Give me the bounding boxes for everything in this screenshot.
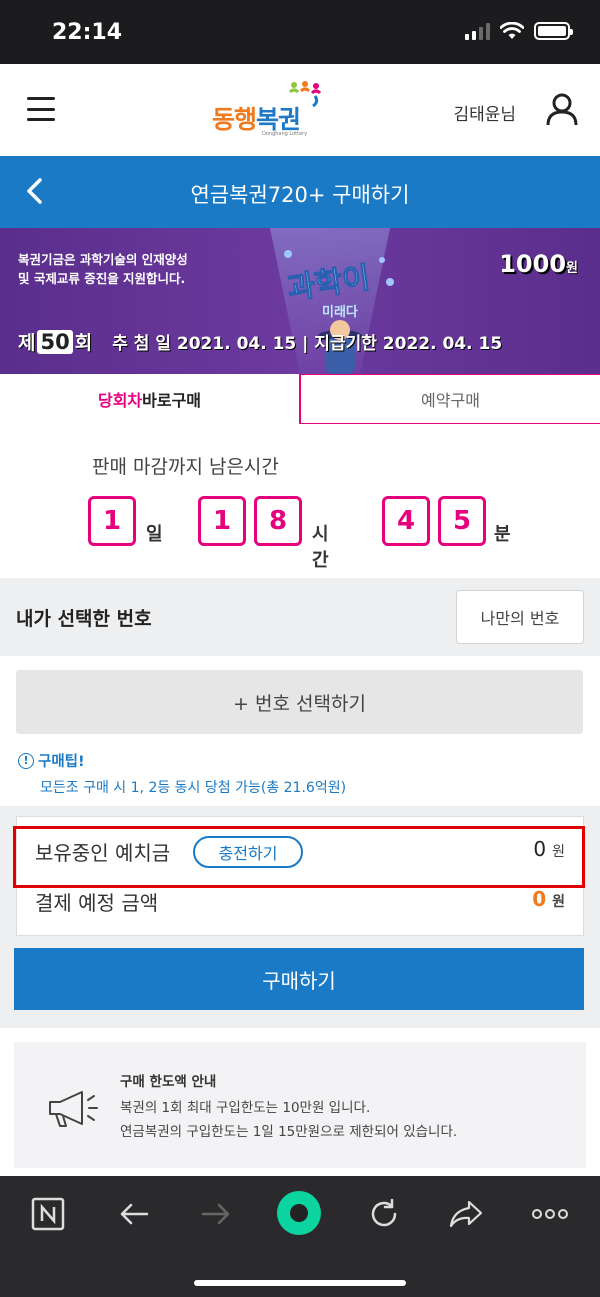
deposit-highlight-box bbox=[13, 826, 585, 888]
status-time: 22:14 bbox=[52, 20, 123, 45]
payment-due-amount: 0원 bbox=[532, 887, 565, 911]
top-navigation: 동행복권 Donghang Lottery 김태윤님 bbox=[0, 64, 600, 156]
status-bar: 22:14 bbox=[0, 0, 600, 64]
refresh-icon[interactable] bbox=[364, 1194, 404, 1234]
cellular-signal-icon bbox=[465, 22, 490, 40]
countdown-label: 판매 마감까지 남은시간 bbox=[92, 456, 279, 478]
purchase-tabs: 당회차 바로구매 예약구매 bbox=[0, 374, 600, 424]
notice-line-2: 연금복권의 구입한도는 1일 15만원으로 제한되어 있습니다. bbox=[120, 1124, 458, 1140]
svg-text:과학이: 과학이 bbox=[285, 261, 372, 307]
my-own-numbers-button[interactable]: 나만의 번호 bbox=[456, 590, 584, 644]
username-label[interactable]: 김태윤님 bbox=[453, 100, 516, 125]
naver-home-icon[interactable] bbox=[28, 1194, 68, 1234]
page-title: 연금복권720+ 구매하기 bbox=[190, 183, 410, 207]
title-bar: 연금복권720+ 구매하기 bbox=[0, 156, 600, 228]
countdown-day-digit: 1 bbox=[88, 496, 136, 546]
round-info: 제 50 회 추 첨 일 2021. 04. 15 | 지급기한 2022. 0… bbox=[18, 329, 503, 354]
my-numbers-header: 내가 선택한 번호 나만의 번호 bbox=[0, 578, 600, 656]
status-icons bbox=[465, 22, 573, 40]
number-selection-area: + 번호 선택하기 ! 구매팁! 모든조 구매 시 1, 2등 동시 당첨 가능(… bbox=[0, 656, 600, 806]
payment-due-label: 결제 예정 금액 bbox=[35, 891, 159, 915]
payment-due-row: 결제 예정 금액 0원 bbox=[17, 881, 583, 937]
tab-current-round-purchase[interactable]: 당회차 바로구매 bbox=[0, 374, 300, 424]
tip-title: 구매팁! bbox=[38, 754, 85, 770]
share-icon[interactable] bbox=[446, 1194, 486, 1234]
purchase-limit-notice: 구매 한도액 안내 복권의 1회 최대 구입한도는 10만원 입니다. 연금복권… bbox=[14, 1042, 586, 1168]
countdown-hour-digit-1: 1 bbox=[198, 496, 246, 546]
home-indicator[interactable] bbox=[194, 1280, 406, 1286]
my-numbers-heading: 내가 선택한 번호 bbox=[16, 608, 152, 630]
banner-description: 복권기금은 과학기술의 인재양성 및 국제교류 증진을 지원합니다. bbox=[18, 252, 188, 286]
select-numbers-button[interactable]: + 번호 선택하기 bbox=[16, 670, 583, 734]
back-icon[interactable] bbox=[114, 1194, 154, 1234]
countdown-minute-unit: 분 bbox=[494, 524, 511, 545]
countdown-minute-digit-1: 4 bbox=[382, 496, 430, 546]
notice-title: 구매 한도액 안내 bbox=[120, 1074, 217, 1090]
green-dot-icon[interactable] bbox=[276, 1190, 322, 1236]
tip-body: 모든조 구매 시 1, 2등 동시 당첨 가능(총 21.6억원) bbox=[40, 780, 347, 796]
purchase-tip: ! 구매팁! 모든조 구매 시 1, 2등 동시 당첨 가능(총 21.6억원) bbox=[18, 750, 346, 797]
wifi-icon bbox=[500, 22, 524, 39]
purchase-button[interactable]: 구매하기 bbox=[14, 948, 584, 1010]
logo-subtitle: Donghang Lottery bbox=[262, 131, 308, 137]
forward-icon[interactable] bbox=[196, 1194, 236, 1234]
tab-reserve-purchase[interactable]: 예약구매 bbox=[300, 374, 600, 424]
info-icon: ! bbox=[18, 752, 34, 769]
round-number: 50 bbox=[37, 329, 73, 354]
browser-toolbar bbox=[0, 1176, 600, 1297]
hamburger-menu-icon[interactable] bbox=[27, 97, 55, 121]
draw-date-info: 추 첨 일 2021. 04. 15 | 지급기한 2022. 04. 15 bbox=[112, 334, 503, 354]
donghang-lottery-logo[interactable]: 동행복권 Donghang Lottery bbox=[212, 80, 332, 140]
sales-countdown: 판매 마감까지 남은시간 1 일 1 8 시간 4 5 분 bbox=[0, 424, 600, 578]
countdown-hour-unit: 시간 bbox=[312, 524, 329, 571]
svg-text:미래다: 미래다 bbox=[322, 304, 358, 320]
lottery-page: 동행복권 Donghang Lottery 김태윤님 연금복권720+ 구매하기… bbox=[0, 64, 600, 1176]
battery-icon bbox=[534, 22, 573, 40]
countdown-minute-digit-2: 5 bbox=[438, 496, 486, 546]
countdown-day-unit: 일 bbox=[146, 524, 163, 545]
ticket-price: 1000원 bbox=[499, 250, 578, 278]
user-profile-icon[interactable] bbox=[545, 92, 579, 126]
megaphone-icon bbox=[49, 1091, 98, 1127]
pension-lottery-banner: 과학이 미래다 복권기금은 과학기술의 인재양성 및 국제교류 증진을 지원합니… bbox=[0, 228, 600, 374]
notice-line-1: 복권의 1회 최대 구입한도는 10만원 입니다. bbox=[120, 1100, 371, 1116]
payment-section: 보유중인 예치금 충전하기 0원 결제 예정 금액 0원 구매하기 bbox=[0, 806, 600, 1028]
more-options-icon[interactable] bbox=[530, 1194, 570, 1234]
countdown-hour-digit-2: 8 bbox=[254, 496, 302, 546]
